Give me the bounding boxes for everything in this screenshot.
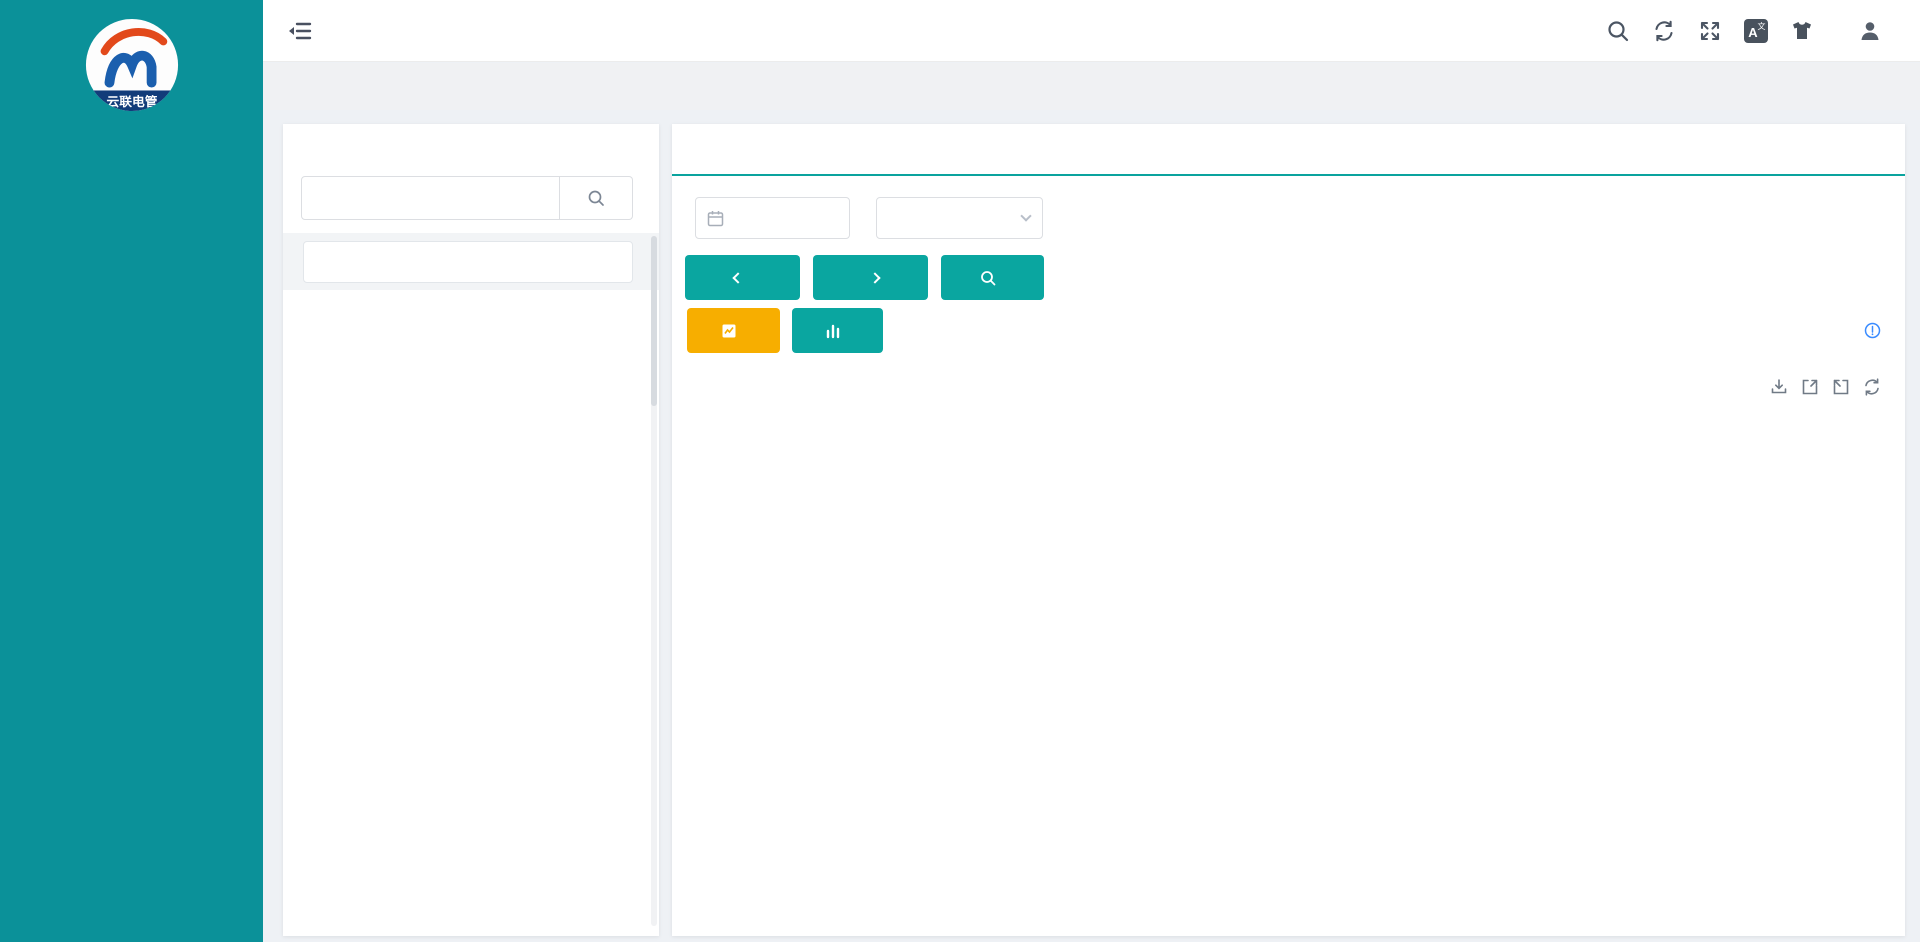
date-picker[interactable] bbox=[695, 197, 850, 239]
company-logo: 云联电管 bbox=[83, 16, 181, 114]
query-filter-row bbox=[685, 196, 1143, 240]
power-line-chart[interactable] bbox=[672, 354, 1905, 936]
power-type-select[interactable] bbox=[876, 197, 1043, 239]
view-switch-row bbox=[687, 308, 883, 353]
top-header: A文 bbox=[263, 0, 1920, 62]
info-icon bbox=[1864, 322, 1881, 339]
svg-text:文: 文 bbox=[1758, 21, 1766, 31]
station-name-input[interactable] bbox=[301, 176, 560, 220]
day-nav-row bbox=[685, 255, 1044, 300]
sidebar: 云联电管 bbox=[0, 0, 263, 942]
translate-icon[interactable]: A文 bbox=[1744, 19, 1768, 43]
menu-collapse-icon[interactable] bbox=[287, 18, 313, 44]
bar-chart-icon bbox=[825, 323, 841, 339]
chevron-right-icon bbox=[869, 272, 880, 283]
workspace-tabstrip bbox=[263, 63, 1920, 110]
logo-block: 云联电管 bbox=[0, 0, 263, 178]
theme-icon[interactable] bbox=[1790, 19, 1814, 43]
chart-view-button[interactable] bbox=[687, 308, 780, 353]
tree-filter-band bbox=[283, 233, 659, 290]
chevron-left-icon bbox=[732, 272, 743, 283]
query-button[interactable] bbox=[941, 255, 1044, 300]
header-actions: A文 bbox=[1606, 19, 1920, 43]
svg-text:云联电管: 云联电管 bbox=[106, 94, 157, 109]
app-root: 云联电管 A文 bbox=[0, 0, 1920, 942]
panel-scrollbar[interactable] bbox=[651, 236, 657, 926]
refresh-icon[interactable] bbox=[1652, 19, 1676, 43]
station-search-button[interactable] bbox=[560, 176, 633, 220]
user-avatar-icon[interactable] bbox=[1858, 19, 1882, 43]
data-view-button[interactable] bbox=[792, 308, 883, 353]
search-icon[interactable] bbox=[1606, 19, 1630, 43]
chevron-down-icon bbox=[1020, 210, 1031, 221]
next-day-button[interactable] bbox=[813, 255, 928, 300]
extreme-analysis-link[interactable] bbox=[1864, 322, 1887, 339]
calendar-icon bbox=[707, 210, 724, 227]
station-panel bbox=[283, 124, 659, 936]
fullscreen-icon[interactable] bbox=[1698, 19, 1722, 43]
data-panel-tabs bbox=[672, 124, 1905, 176]
tree-filter-input[interactable] bbox=[303, 241, 633, 283]
search-icon bbox=[587, 189, 605, 207]
prev-day-button[interactable] bbox=[685, 255, 800, 300]
data-panel bbox=[672, 124, 1905, 936]
search-icon bbox=[980, 270, 996, 286]
chart-icon bbox=[721, 323, 737, 339]
